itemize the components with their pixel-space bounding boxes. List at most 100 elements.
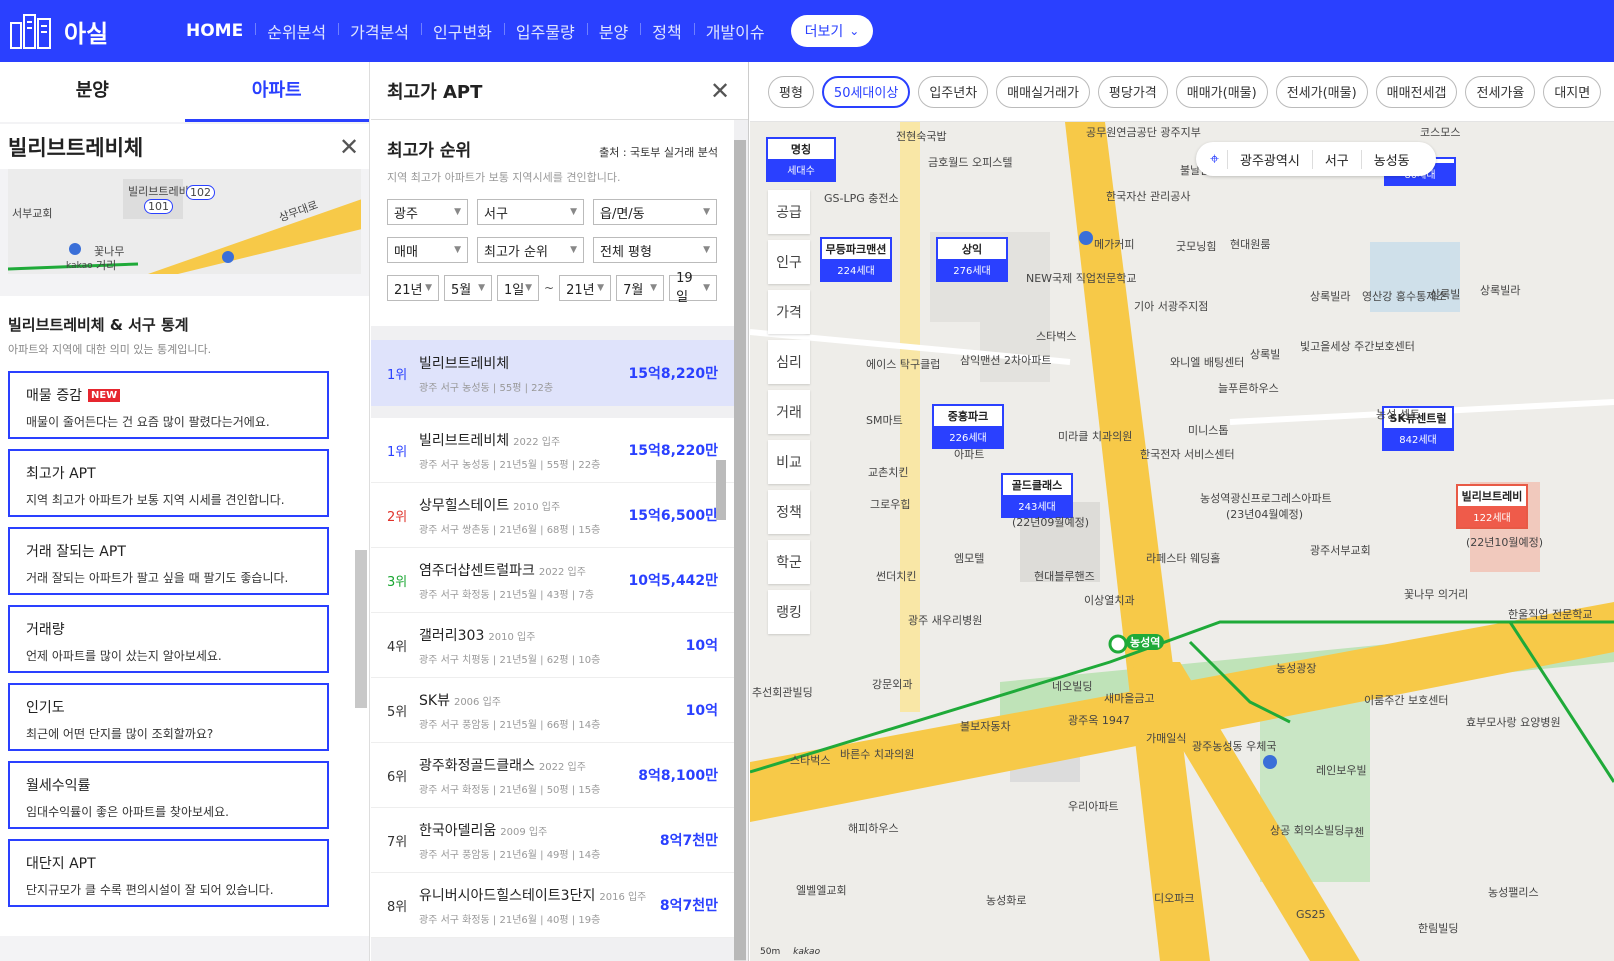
select-from-year[interactable]: 21년 ▼ [387,275,439,301]
item-name: 상무힐스테이트 [419,497,510,514]
map-label: 교촌치킨 [868,466,909,479]
nav-move-in[interactable]: 입주물량 [503,19,587,43]
middle-scrollbar-track[interactable] [734,140,746,961]
side-btn-sentiment[interactable]: 심리 [768,340,810,384]
select-to-month[interactable]: 7월 ▼ [616,275,665,301]
chip-gap[interactable]: 매매전세갭 [1375,75,1458,108]
select-district[interactable]: 서구 ▼ [477,199,584,225]
side-btn-trade[interactable]: 거래 [768,390,810,434]
item-meta: 광주 서구 화정동 | 21년6월 | 50평 | 15층 [419,784,601,796]
apt-marker[interactable]: 상익 276세대 [936,237,1008,282]
list-item[interactable]: 5위 SK뷰 2006 입주 광주 서구 풍암동 | 21년5월 | 66평 | … [371,678,734,743]
side-btn-compare[interactable]: 비교 [768,440,810,484]
select-deal-type[interactable]: 매매 ▼ [387,237,468,263]
stat-card-top-price[interactable]: 최고가 APT 지역 최고가 아파트가 보통 지역 시세를 견인합니다. [8,449,329,517]
list-item[interactable]: 4위 갤러리303 2010 입주 광주 서구 치평동 | 21년5월 | 62평… [371,613,734,678]
close-icon[interactable]: ✕ [337,133,361,161]
tab-presale[interactable]: 분양 [0,62,185,122]
chip-actual-price[interactable]: 매매실거래가 [996,75,1090,108]
chip-jeonse-ratio[interactable]: 전세가율 [1465,75,1536,108]
close-icon[interactable]: ✕ [708,77,732,105]
select-from-day[interactable]: 1일 ▼ [497,275,539,301]
select-dong[interactable]: 읍/면/동 ▼ [593,199,717,225]
select-value: 7월 [623,282,644,298]
tab-apartment[interactable]: 아파트 [184,62,369,122]
location-breadcrumb[interactable]: ⌖ 광주광역시 서구 농성동 [1196,142,1436,176]
select-to-day[interactable]: 19일 ▼ [669,271,718,305]
apt-marker[interactable]: 중흥파크 226세대 [932,404,1004,449]
chip-sale-listing[interactable]: 매매가(매물) [1175,75,1268,108]
chip-50-households[interactable]: 50세대이상 [821,75,911,108]
map-label: GS25 [1296,908,1326,921]
item-main: 빌리브트레비체 광주 서구 농성동 | 55평 | 22층 [419,353,628,394]
left-tabs: 분양 아파트 [0,62,369,122]
list-item[interactable]: 6위 광주화정골드클래스 2022 입주 광주 서구 화정동 | 21년6월 | … [371,743,734,808]
apt-marker-legend[interactable]: 명칭 세대수 [766,137,836,182]
map-label-station[interactable]: 농성역 [1126,634,1165,650]
loc-dong[interactable]: 농성동 [1360,149,1422,169]
nav-population[interactable]: 인구변화 [421,19,504,43]
side-btn-price[interactable]: 가격 [768,290,810,334]
chip-year[interactable]: 입주년차 [918,75,989,108]
side-btn-population[interactable]: 인구 [768,240,810,284]
stat-card-hot-trade[interactable]: 거래 잘되는 APT 거래 잘되는 아파트가 팔고 싶을 때 팔기도 좋습니다. [8,527,329,595]
select-sort[interactable]: 최고가 순위 ▼ [477,237,584,263]
left-scrollbar[interactable] [355,550,367,708]
item-title-row: 한국아델리움 2009 입주 [419,820,660,840]
stat-card-volume[interactable]: 거래량 언제 아파트를 많이 샀는지 알아보세요. [8,605,329,673]
select-value: 1일 [504,282,525,298]
logo[interactable]: 아실 [10,13,160,49]
map-label: 광주옥 1947 [1068,714,1130,727]
nav-policy[interactable]: 정책 [640,19,693,43]
stat-card-popularity[interactable]: 인기도 최근에 어떤 단지를 많이 조회할까요? [8,683,329,751]
map-area[interactable]: 평형 50세대이상 입주년차 매매실거래가 평당가격 매매가(매물) 전세가(매… [750,62,1614,961]
side-btn-school[interactable]: 학군 [768,540,810,584]
nav-price-analysis[interactable]: 가격분석 [338,19,421,43]
item-main: 유니버시아드힐스테이트3단지 2016 입주 광주 서구 화정동 | 21년6월 … [419,885,660,926]
select-city[interactable]: 광주 ▼ [387,199,468,225]
apt-marker[interactable]: 무등파크맨션 224세대 [820,237,892,282]
chip-land[interactable]: 대지면 [1543,75,1602,108]
apt-marker[interactable]: 골드클래스 243세대 [1001,473,1073,518]
chip-size[interactable]: 평형 [768,75,814,108]
nav-home[interactable]: HOME [174,21,255,41]
nav-presale[interactable]: 분양 [586,19,640,43]
chip-jeonse-listing[interactable]: 전세가(매물) [1275,75,1368,108]
map-label: 와니엘 배팅센터 [1170,356,1245,369]
map-label: 가매일식 [1146,732,1187,745]
map-label: NEW국제 직업전문학교 [1026,272,1137,285]
highlight-item[interactable]: 1위 빌리브트레비체 광주 서구 농성동 | 55평 | 22층 15억8,22… [371,340,734,406]
apt-marker-selected[interactable]: 빌리브트레비 122세대 [1456,484,1528,529]
list-item[interactable]: 2위 상무힐스테이트 2010 입주 광주 서구 쌍촌동 | 21년6월 | 68… [371,483,734,548]
middle-scrollbar-thumb[interactable] [734,140,746,960]
loc-district[interactable]: 서구 [1311,149,1361,169]
list-item[interactable]: 3위 염주더샵센트럴파크 2022 입주 광주 서구 화정동 | 21년5월 | … [371,548,734,613]
stat-card-listing-change[interactable]: 매물 증감 NEW 매물이 줄어든다는 건 요즘 많이 팔렸다는거에요. [8,371,329,439]
select-to-year[interactable]: 21년 ▼ [559,275,612,301]
item-title-row: 유니버시아드힐스테이트3단지 2016 입주 [419,885,660,905]
dropdown-arrow-icon: ▼ [425,283,432,293]
nav-development[interactable]: 개발이슈 [693,19,777,43]
apt-name: 골드클래스 [1011,479,1063,492]
list-item[interactable]: 8위 유니버시아드힐스테이트3단지 2016 입주 광주 서구 화정동 | 21년… [371,873,734,938]
nav-rank-analysis[interactable]: 순위분석 [255,19,338,43]
stat-card-rent-yield[interactable]: 월세수익률 임대수익률이 좋은 아파트를 찾아보세요. [8,761,329,829]
loc-city[interactable]: 광주광역시 [1227,149,1312,169]
stat-card-large-complex[interactable]: 대단지 APT 단지규모가 클 수록 편의시설이 잘 되어 있습니다. [8,839,329,907]
minimap[interactable]: 서부교회 빌리브트레비체 102 101 상무대로 꽃나무 거리 kakao [8,169,361,274]
map-label: 광주서부교회 [1310,544,1371,557]
list-item[interactable]: 7위 한국아델리움 2009 입주 광주 서구 풍암동 | 21년6월 | 49평… [371,808,734,873]
select-from-month[interactable]: 5월 ▼ [444,275,492,301]
minimap-label: 거리 [96,259,117,272]
more-button[interactable]: 더보기 ⌄ [790,15,874,47]
select-size[interactable]: 전체 평형 ▼ [593,237,717,263]
list-item[interactable]: 1위 빌리브트레비체 2022 입주 광주 서구 농성동 | 21년5월 | 55… [371,418,734,483]
rank-title: 최고가 순위 [387,141,472,161]
side-btn-policy[interactable]: 정책 [768,490,810,534]
side-btn-supply[interactable]: 공급 [768,190,810,234]
side-btn-ranking[interactable]: 랭킹 [768,590,810,634]
list-scrollbar[interactable] [716,460,726,520]
chip-price-per-pyeong[interactable]: 평당가격 [1097,75,1168,108]
map-label: 농성광장 [1276,662,1317,675]
apt-name: 상익 [961,243,983,256]
